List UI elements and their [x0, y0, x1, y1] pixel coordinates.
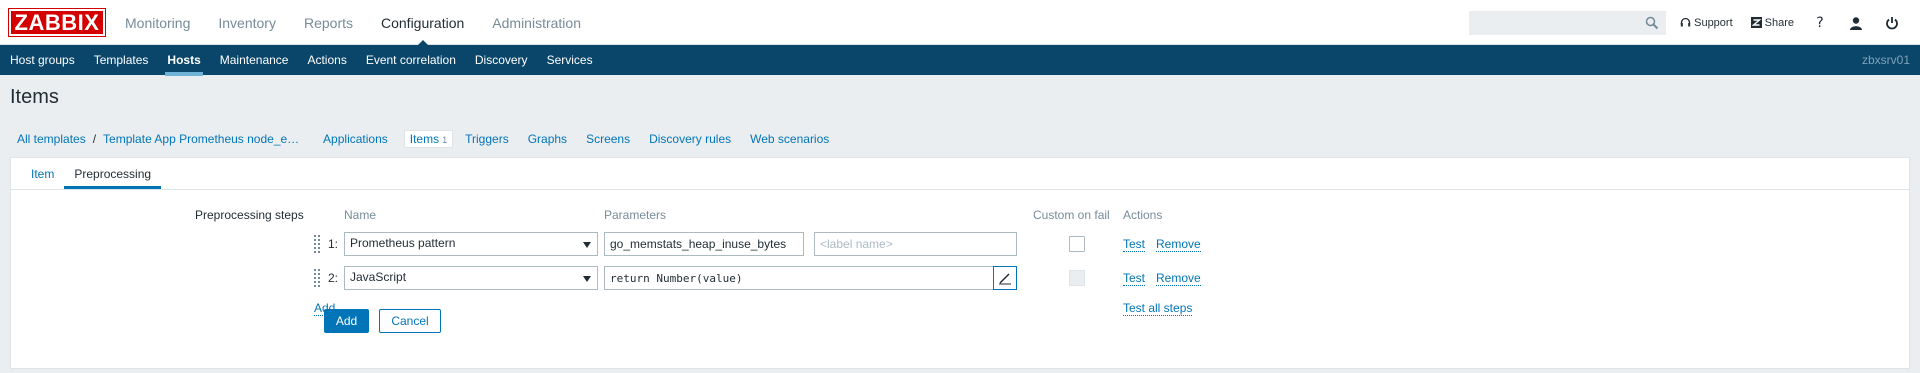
add-button[interactable]: Add: [324, 309, 369, 333]
remove-step-link[interactable]: Remove: [1156, 271, 1201, 286]
step-type-value: Prometheus pattern: [350, 236, 456, 250]
tab-preprocessing[interactable]: Preprocessing: [64, 167, 162, 189]
custom-on-fail-checkbox[interactable]: [1069, 236, 1085, 252]
sign-out-icon[interactable]: [1884, 15, 1900, 31]
headset-icon: [1680, 17, 1691, 27]
nav-triggers[interactable]: Triggers: [465, 132, 509, 146]
page-title: Items: [10, 86, 59, 108]
pencil-icon: [999, 273, 1011, 285]
help-icon[interactable]: ?: [1812, 15, 1828, 31]
step-type-value: JavaScript: [350, 270, 407, 284]
share-label: Share: [1764, 16, 1794, 29]
cancel-button[interactable]: Cancel: [379, 309, 441, 333]
nav-graphs[interactable]: Graphs: [528, 132, 567, 146]
top-right-controls: Support Share ?: [1469, 0, 1920, 45]
drag-handle-icon[interactable]: [314, 235, 322, 253]
menu-administration[interactable]: Administration: [492, 15, 581, 31]
step-parameter-label-input[interactable]: <label name>: [814, 232, 1017, 256]
menu-inventory[interactable]: Inventory: [218, 15, 276, 31]
test-step-link[interactable]: Test: [1123, 237, 1146, 252]
step-parameter-pattern-input[interactable]: go_memstats_heap_inuse_bytes: [604, 232, 804, 256]
drag-handle-icon[interactable]: [314, 269, 322, 287]
remove-step-link[interactable]: Remove: [1156, 237, 1201, 252]
sub-menu: Host groups Templates Hosts Maintenance …: [0, 45, 1920, 76]
step-script-input[interactable]: return Number(value): [604, 266, 994, 290]
search-icon[interactable]: [1645, 16, 1659, 30]
breadcrumb-template[interactable]: Template App Prometheus node_exporter: [103, 132, 301, 146]
search-input[interactable]: [1469, 10, 1667, 35]
menu-monitoring[interactable]: Monitoring: [125, 15, 190, 31]
breadcrumb: All templates / Template App Prometheus …: [17, 130, 829, 148]
step-number: 2:: [328, 271, 339, 285]
menu-reports[interactable]: Reports: [304, 15, 353, 31]
preprocessing-step-2: 2: JavaScript return Number(value) Test …: [11, 266, 1909, 290]
zabbix-logo[interactable]: ZABBIX: [8, 8, 106, 37]
chevron-down-icon: [583, 276, 591, 282]
submenu-hosts[interactable]: Hosts: [165, 53, 204, 76]
column-header-custom-on-fail: Custom on fail: [1033, 208, 1110, 222]
preprocessing-step-1: 1: Prometheus pattern go_memstats_heap_i…: [11, 232, 1909, 256]
submenu-event-correlation[interactable]: Event correlation: [366, 53, 456, 67]
user-profile-icon[interactable]: [1848, 15, 1864, 31]
nav-items[interactable]: Items 1: [403, 130, 454, 148]
form-tabs: Item Preprocessing: [11, 158, 1909, 190]
column-header-actions: Actions: [1123, 208, 1163, 222]
preprocessing-steps-label: Preprocessing steps: [195, 208, 304, 222]
column-header-parameters: Parameters: [604, 208, 667, 222]
nav-discovery-rules[interactable]: Discovery rules: [649, 132, 731, 146]
submenu-maintenance[interactable]: Maintenance: [220, 53, 289, 67]
edit-script-button[interactable]: [993, 266, 1017, 290]
tab-item[interactable]: Item: [21, 167, 64, 189]
step-type-select[interactable]: Prometheus pattern: [344, 232, 598, 256]
submenu-services[interactable]: Services: [547, 53, 593, 67]
top-bar: ZABBIX Monitoring Inventory Reports Conf…: [0, 0, 1920, 46]
column-header-name: Name: [344, 208, 377, 222]
nav-items-label: Items: [409, 132, 440, 146]
nav-web-scenarios[interactable]: Web scenarios: [750, 132, 829, 146]
server-name: zbxsrv01: [1861, 53, 1910, 67]
main-menu: Monitoring Inventory Reports Configurati…: [125, 0, 609, 46]
chevron-down-icon: [583, 242, 591, 248]
nav-screens[interactable]: Screens: [586, 132, 630, 146]
step-type-select[interactable]: JavaScript: [344, 266, 598, 290]
item-form-panel: Item Preprocessing Preprocessing steps N…: [10, 157, 1910, 369]
submenu-templates[interactable]: Templates: [94, 53, 149, 67]
nav-items-count: 1: [442, 135, 448, 145]
test-all-steps-link[interactable]: Test all steps: [1123, 301, 1193, 316]
submenu-actions[interactable]: Actions: [307, 53, 346, 67]
menu-configuration[interactable]: Configuration: [381, 15, 464, 46]
breadcrumb-all-templates[interactable]: All templates: [17, 132, 86, 146]
submenu-host-groups[interactable]: Host groups: [10, 53, 75, 67]
support-link[interactable]: Support: [1680, 17, 1733, 29]
step-number: 1:: [328, 237, 339, 251]
share-icon: [1750, 17, 1762, 28]
test-step-link[interactable]: Test: [1123, 271, 1146, 286]
support-label: Support: [1694, 16, 1733, 29]
custom-on-fail-checkbox: [1069, 270, 1085, 286]
breadcrumb-separator: /: [92, 132, 97, 146]
nav-applications[interactable]: Applications: [323, 132, 388, 146]
share-link[interactable]: Share: [1750, 16, 1794, 29]
submenu-discovery[interactable]: Discovery: [475, 53, 528, 67]
